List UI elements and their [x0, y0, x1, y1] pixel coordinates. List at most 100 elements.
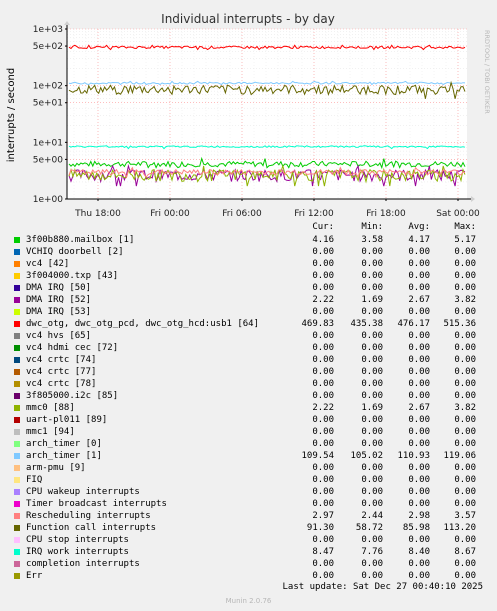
legend-value-min: 0.00: [361, 271, 383, 281]
legend-series-name: arm-pmu [9]: [26, 463, 86, 473]
x-tick-label: Fri 00:00: [150, 209, 190, 219]
legend-value-avg: 0.00: [408, 367, 430, 377]
legend-series-name: mmc1 [94]: [26, 427, 75, 437]
legend-value-min: 0.00: [361, 535, 383, 545]
legend-row: vc4 crtc [77] 0.00 0.00 0.00 0.00: [0, 366, 497, 378]
legend-value-min: 0.00: [361, 379, 383, 389]
legend-swatch: [14, 429, 20, 435]
legend-value-min: 0.00: [361, 487, 383, 497]
legend-value-cur: 0.00: [312, 379, 334, 389]
legend-value-max: 515.36: [443, 319, 476, 329]
legend-value-cur: 2.97: [312, 511, 334, 521]
legend-value-min: 2.44: [361, 511, 383, 521]
legend-value-min: 0.00: [361, 367, 383, 377]
legend-value-cur: 0.00: [312, 331, 334, 341]
legend-row: completion interrupts 0.00 0.00 0.00 0.00: [0, 558, 497, 570]
legend-value-cur: 0.00: [312, 367, 334, 377]
legend-value-avg: 0.00: [408, 463, 430, 473]
legend-row: arm-pmu [9] 0.00 0.00 0.00 0.00: [0, 462, 497, 474]
legend-series-name: DMA IRQ [53]: [26, 307, 92, 317]
legend-series-name: FIQ: [26, 475, 43, 485]
legend-swatch: [14, 345, 20, 351]
x-tick-label: Fri 06:00: [222, 209, 262, 219]
x-axis-arrow: [471, 196, 475, 202]
last-update: Last update: Sat Dec 27 00:40:10 2025: [282, 582, 483, 592]
legend-value-cur: 2.22: [312, 403, 334, 413]
legend-value-min: 0.00: [361, 571, 383, 581]
legend-value-min: 435.38: [350, 319, 383, 329]
legend-series-name: vc4 hvs [65]: [26, 331, 92, 341]
legend-value-avg: 0.00: [408, 379, 430, 389]
legend-value-cur: 0.00: [312, 415, 334, 425]
legend-swatch: [14, 321, 20, 327]
legend-value-avg: 0.00: [408, 247, 430, 257]
legend-row: DMA IRQ [53] 0.00 0.00 0.00 0.00: [0, 306, 497, 318]
y-axis-arrow: [64, 21, 70, 25]
x-tick-label: Fri 12:00: [294, 209, 334, 219]
x-tick-label: Thu 18:00: [74, 209, 121, 219]
legend-value-cur: 0.00: [312, 391, 334, 401]
legend-value-min: 0.00: [361, 439, 383, 449]
legend-value-max: 119.06: [443, 451, 476, 461]
legend-value-avg: 0.00: [408, 439, 430, 449]
legend-row: mmc0 [88] 2.22 1.69 2.67 3.82: [0, 402, 497, 414]
legend-row: uart-pl011 [89] 0.00 0.00 0.00 0.00: [0, 414, 497, 426]
legend-value-min: 1.69: [361, 403, 383, 413]
legend-swatch: [14, 537, 20, 543]
legend-value-max: 0.00: [454, 427, 476, 437]
rrdtool-watermark: RRDTOOL / TOBI OETIKER: [483, 30, 491, 114]
y-tick-label: 1e+00: [33, 195, 64, 205]
legend-row: arch_timer [1] 109.54 105.02 110.93 119.06: [0, 450, 497, 462]
legend-value-avg: 0.00: [408, 427, 430, 437]
legend-column-header: Min:: [361, 222, 383, 232]
legend-value-max: 0.00: [454, 283, 476, 293]
legend-series-name: CPU stop interrupts: [26, 535, 129, 545]
legend-series-name: completion interrupts: [26, 559, 140, 569]
legend-series-name: Timer broadcast interrupts: [26, 499, 167, 509]
legend-row: DMA IRQ [50] 0.00 0.00 0.00 0.00: [0, 282, 497, 294]
legend-value-max: 0.00: [454, 559, 476, 569]
legend-swatch: [14, 393, 20, 399]
legend-row: vc4 crtc [74] 0.00 0.00 0.00 0.00: [0, 354, 497, 366]
legend-series-name: IRQ work interrupts: [26, 547, 129, 557]
legend-value-avg: 0.00: [408, 283, 430, 293]
legend-value-cur: 109.54: [301, 451, 334, 461]
y-tick-label: 5e+02: [33, 42, 63, 52]
legend-value-max: 0.00: [454, 475, 476, 485]
legend-swatch: [14, 561, 20, 567]
legend-value-cur: 0.00: [312, 307, 334, 317]
legend-value-avg: 0.00: [408, 391, 430, 401]
y-tick-label: 1e+03: [33, 25, 63, 35]
legend-value-min: 1.69: [361, 295, 383, 305]
legend-swatch: [14, 369, 20, 375]
legend-value-avg: 0.00: [408, 475, 430, 485]
legend-row: CPU stop interrupts 0.00 0.00 0.00 0.00: [0, 534, 497, 546]
chart: Individual interrupts - by day interrupt…: [6, 12, 491, 219]
legend-value-cur: 0.00: [312, 247, 334, 257]
legend-value-max: 0.00: [454, 367, 476, 377]
legend-swatch: [14, 405, 20, 411]
x-tick-label: Sat 00:00: [436, 209, 480, 219]
legend-value-avg: 0.00: [408, 343, 430, 353]
legend-column-header: Avg:: [408, 222, 430, 232]
legend-value-cur: 0.00: [312, 259, 334, 269]
legend-header: Cur: Min: Avg: Max:: [0, 222, 497, 234]
legend-swatch: [14, 273, 20, 279]
legend-value-min: 0.00: [361, 499, 383, 509]
legend-row: CPU wakeup interrupts 0.00 0.00 0.00 0.00: [0, 486, 497, 498]
legend-value-max: 0.00: [454, 487, 476, 497]
legend-swatch: [14, 333, 20, 339]
legend-row: Err 0.00 0.00 0.00 0.00: [0, 570, 497, 582]
legend-row: mmc1 [94] 0.00 0.00 0.00 0.00: [0, 426, 497, 438]
legend-value-max: 0.00: [454, 307, 476, 317]
legend-swatch: [14, 549, 20, 555]
legend-value-max: 0.00: [454, 535, 476, 545]
legend-value-min: 0.00: [361, 331, 383, 341]
legend-swatch: [14, 573, 20, 579]
legend-value-cur: 0.00: [312, 559, 334, 569]
legend-row: vc4 [42] 0.00 0.00 0.00 0.00: [0, 258, 497, 270]
legend-row: DMA IRQ [52] 2.22 1.69 2.67 3.82: [0, 294, 497, 306]
legend-value-avg: 85.98: [402, 523, 430, 533]
legend-swatch: [14, 417, 20, 423]
legend-value-max: 3.57: [454, 511, 476, 521]
